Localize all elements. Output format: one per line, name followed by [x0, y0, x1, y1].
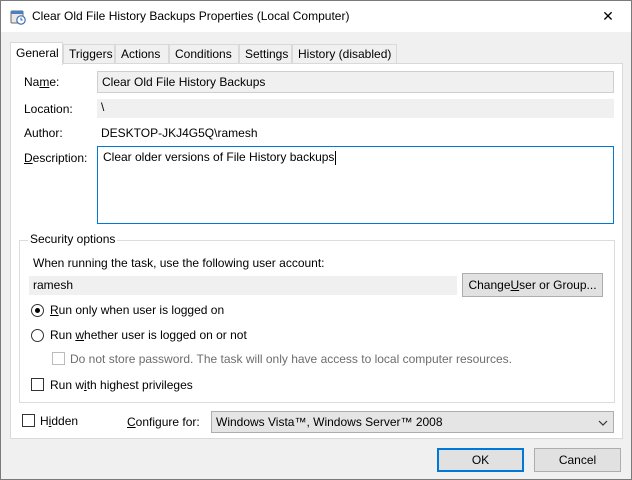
tab-general[interactable]: General: [10, 42, 63, 65]
chevron-down-icon: [598, 417, 608, 427]
run-logged-on-label[interactable]: Run only when user is logged on: [50, 303, 224, 317]
hidden-label[interactable]: Hidden: [40, 414, 78, 428]
run-whether-radio[interactable]: [31, 329, 44, 342]
author-label: Author:: [24, 126, 63, 140]
tab-settings[interactable]: Settings: [239, 44, 292, 64]
task-scheduler-icon: [10, 9, 26, 25]
configure-for-select[interactable]: Windows Vista™, Windows Server™ 2008: [211, 411, 614, 433]
hidden-checkbox[interactable]: [22, 414, 35, 427]
window-title: Clear Old File History Backups Propertie…: [32, 9, 350, 23]
user-account-field: ramesh: [29, 276, 457, 295]
description-textarea[interactable]: Clear older versions of File History bac…: [97, 146, 614, 224]
tab-conditions[interactable]: Conditions: [169, 44, 239, 64]
general-tab-panel: Name: Clear Old File History Backups Loc…: [10, 63, 623, 439]
run-logged-on-radio[interactable]: [31, 304, 44, 317]
run-whether-label[interactable]: Run whether user is logged on or not: [50, 328, 247, 342]
close-icon[interactable]: ✕: [585, 1, 631, 32]
cancel-button[interactable]: Cancel: [534, 448, 621, 472]
security-options-title: Security options: [28, 232, 118, 246]
highest-privileges-label[interactable]: Run with highest privileges: [50, 378, 193, 392]
location-label: Location:: [24, 102, 73, 116]
configure-for-label: Configure for:: [127, 415, 200, 429]
tab-history[interactable]: History (disabled): [292, 44, 397, 64]
configure-for-value: Windows Vista™, Windows Server™ 2008: [216, 415, 443, 429]
properties-dialog: Clear Old File History Backups Propertie…: [0, 0, 632, 480]
ok-button[interactable]: OK: [437, 448, 524, 472]
text-caret: [335, 150, 337, 165]
name-label: Name:: [24, 75, 60, 89]
no-store-password-checkbox[interactable]: [52, 352, 65, 365]
tab-actions[interactable]: Actions: [115, 44, 169, 64]
author-field[interactable]: DESKTOP-JKJ4G5Q\ramesh: [101, 126, 258, 140]
highest-privileges-checkbox[interactable]: [31, 378, 44, 391]
location-field[interactable]: \: [97, 99, 614, 118]
no-store-password-label: Do not store password. The task will onl…: [70, 352, 512, 366]
description-label: Description:: [24, 151, 88, 165]
name-field[interactable]: Clear Old File History Backups: [97, 71, 614, 93]
title-bar[interactable]: Clear Old File History Backups Propertie…: [1, 1, 631, 32]
account-prompt: When running the task, use the following…: [33, 256, 325, 270]
change-user-button[interactable]: Change User or Group...: [462, 273, 603, 297]
tab-triggers[interactable]: Triggers: [63, 44, 115, 64]
radio-selected-dot: [35, 308, 40, 313]
